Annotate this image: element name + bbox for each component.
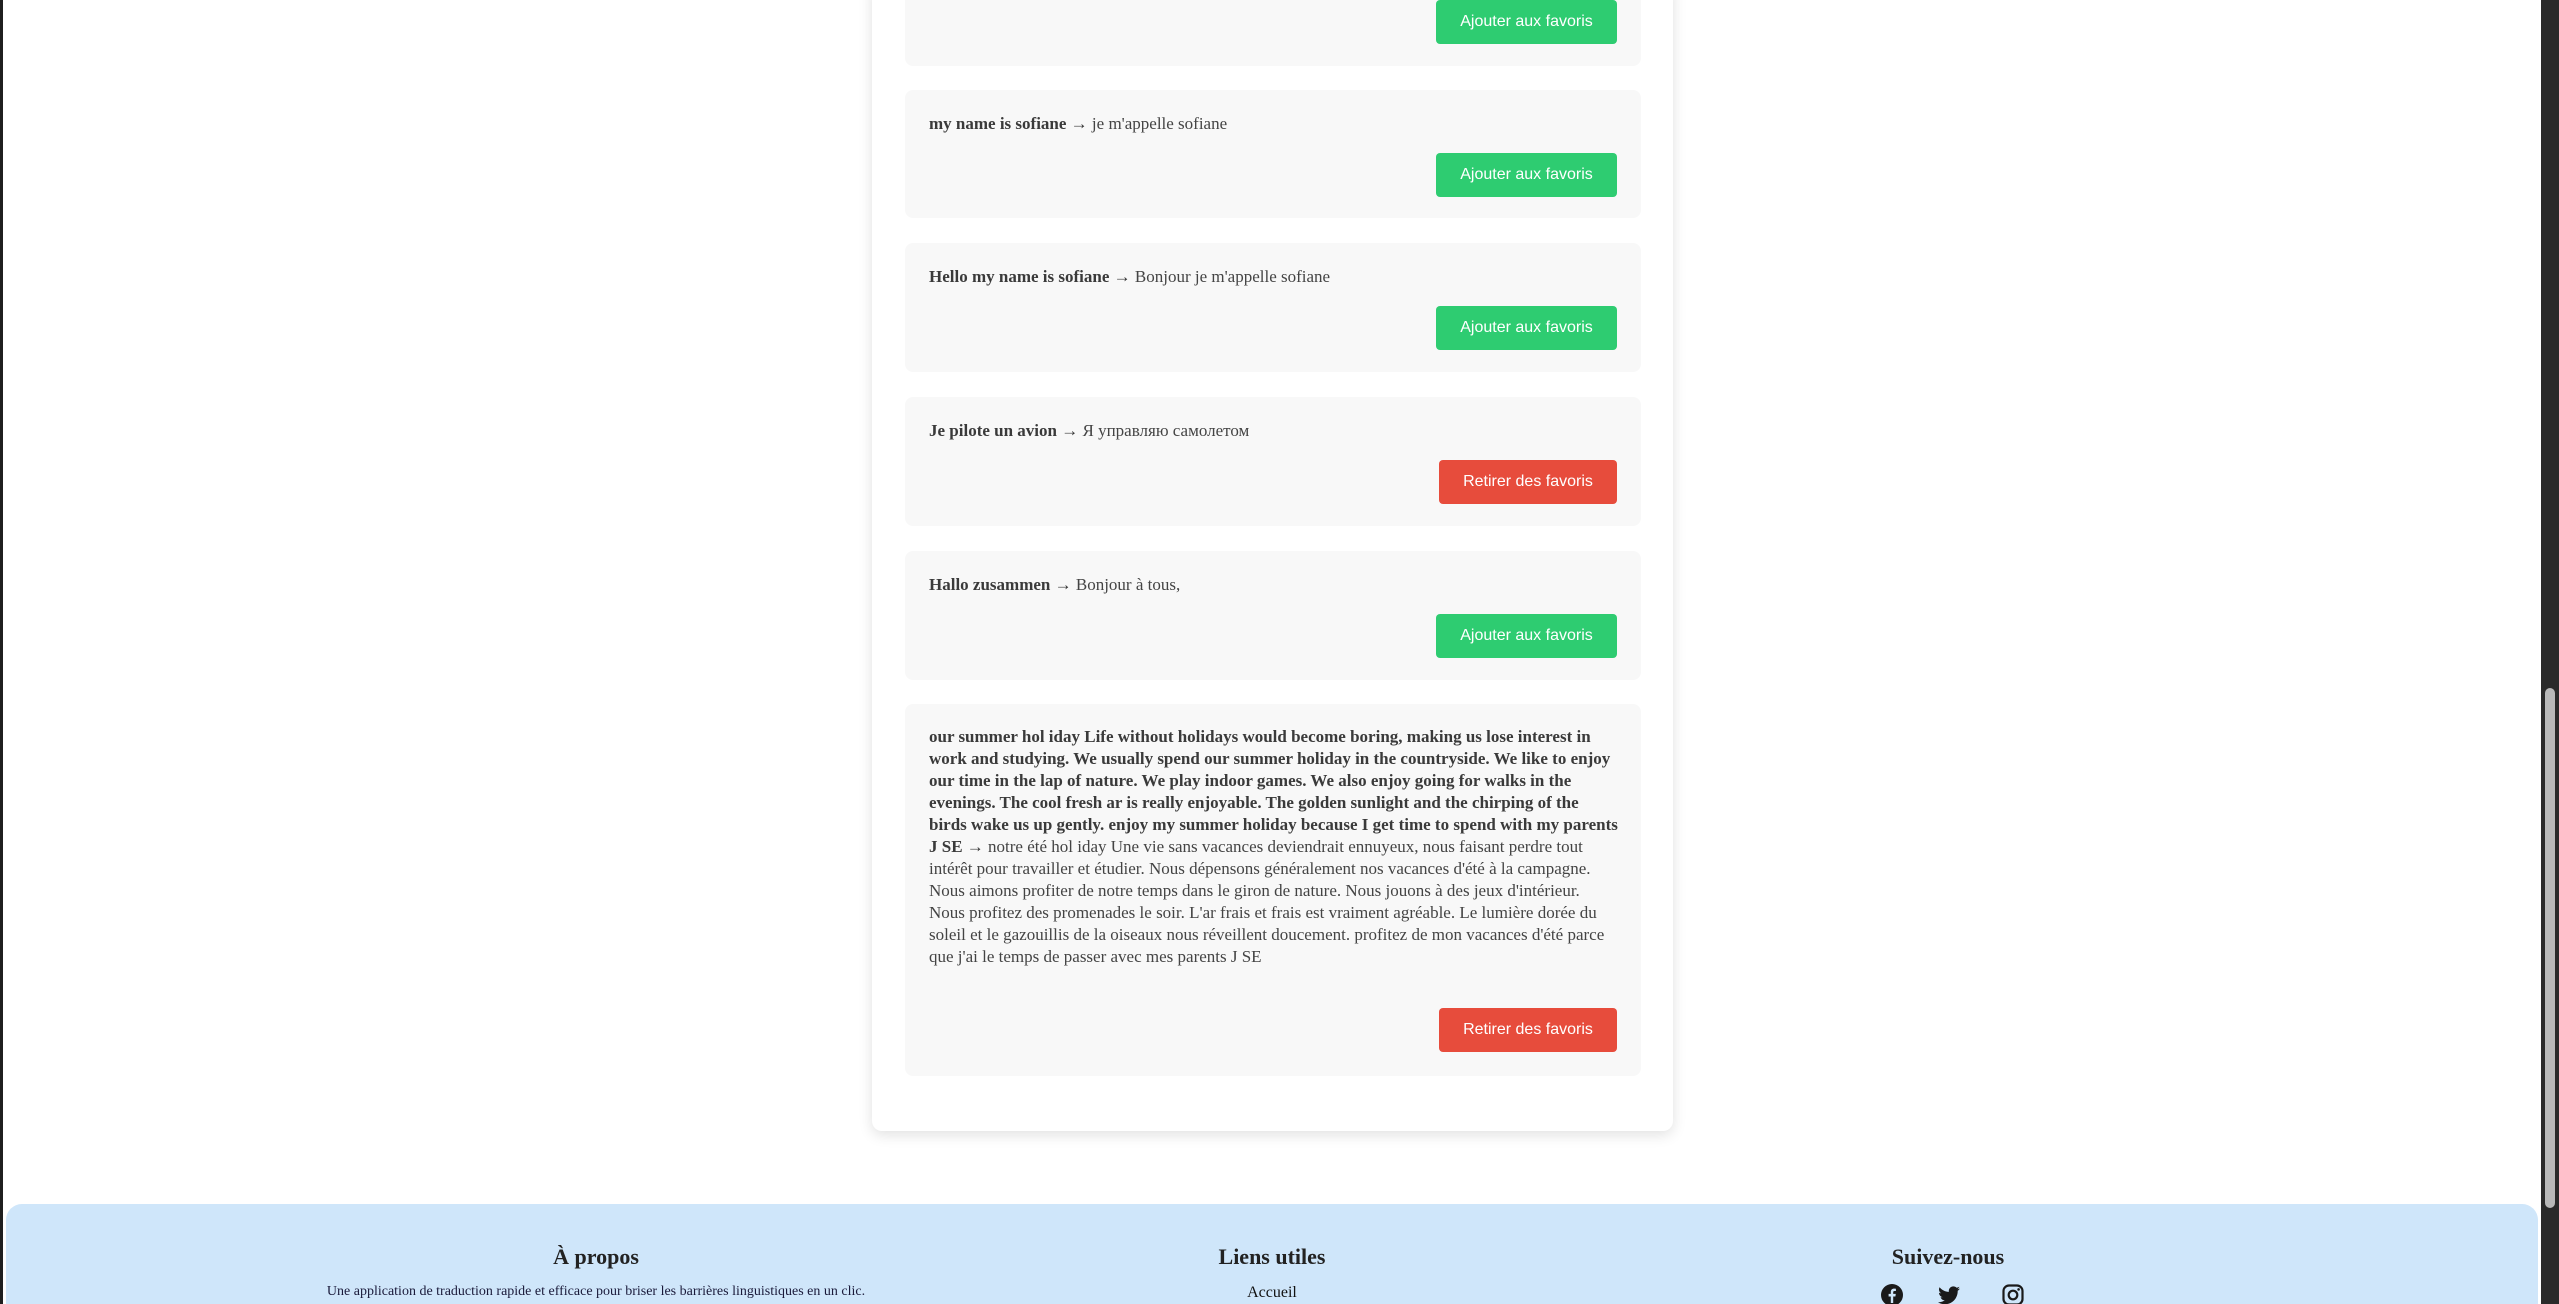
- history-item: Hello my name is sofiane → Bonjour je m'…: [905, 243, 1641, 372]
- translation-pair: Hallo zusammen → Bonjour à tous,: [929, 574, 1619, 596]
- arrow: →: [1061, 421, 1079, 440]
- browser-viewport: Ajouter aux favoris my name is sofiane →…: [0, 0, 2559, 1304]
- source-text: Hello my name is sofiane: [929, 267, 1110, 286]
- footer-link-home[interactable]: Accueil: [1247, 1284, 1297, 1302]
- arrow: →: [966, 837, 984, 856]
- add-favorite-button[interactable]: Ajouter aux favoris: [1436, 0, 1617, 44]
- translation-pair: my name is sofiane → je m'appelle sofian…: [929, 113, 1619, 135]
- scrollbar-thumb[interactable]: [2545, 688, 2555, 1208]
- add-favorite-button[interactable]: Ajouter aux favoris: [1436, 306, 1617, 350]
- window-edge: [0, 0, 3, 1304]
- source-text: my name is sofiane: [929, 114, 1067, 133]
- translated-text: Bonjour à tous,: [1075, 575, 1181, 594]
- source-text: Je pilote un avion: [929, 421, 1057, 440]
- history-item: my name is sofiane → je m'appelle sofian…: [905, 90, 1641, 218]
- add-favorite-button[interactable]: Ajouter aux favoris: [1436, 614, 1617, 658]
- site-footer: À propos Une application de traduction r…: [6, 1204, 2538, 1304]
- links-title: Liens utiles: [1218, 1244, 1326, 1269]
- about-text: Une application de traduction rapide et …: [326, 1284, 866, 1299]
- translated-text: je m'appelle sofiane: [1091, 114, 1228, 133]
- remove-favorite-button[interactable]: Retirer des favoris: [1439, 460, 1617, 504]
- arrow: →: [1054, 575, 1072, 594]
- history-card: Ajouter aux favoris my name is sofiane →…: [872, 0, 1673, 1131]
- arrow: →: [1113, 267, 1131, 286]
- instagram-icon[interactable]: [2001, 1283, 2025, 1304]
- translated-text: Bonjour je m'appelle sofiane: [1134, 267, 1331, 286]
- facebook-icon[interactable]: [1880, 1283, 1904, 1304]
- source-text: Hallo zusammen: [929, 575, 1051, 594]
- translated-text: notre été hol iday Une vie sans vacances…: [929, 837, 1605, 966]
- translation-pair: Hello my name is sofiane → Bonjour je m'…: [929, 266, 1619, 288]
- add-favorite-button[interactable]: Ajouter aux favoris: [1436, 153, 1617, 197]
- history-item: Hallo zusammen → Bonjour à tous, Ajouter…: [905, 551, 1641, 680]
- about-title: À propos: [553, 1244, 639, 1269]
- translation-pair: our summer hol iday Life without holiday…: [929, 726, 1619, 968]
- remove-favorite-button[interactable]: Retirer des favoris: [1439, 1008, 1617, 1052]
- translated-text: Я управляю самолетом: [1082, 421, 1250, 440]
- history-item: our summer hol iday Life without holiday…: [905, 704, 1641, 1076]
- twitter-icon[interactable]: [1937, 1283, 1961, 1304]
- translation-pair: Je pilote un avion → Я управляю самолето…: [929, 420, 1619, 442]
- follow-title: Suivez-nous: [1891, 1244, 2005, 1269]
- history-item: Ajouter aux favoris: [905, 0, 1641, 66]
- arrow: →: [1070, 114, 1088, 133]
- history-item: Je pilote un avion → Я управляю самолето…: [905, 397, 1641, 526]
